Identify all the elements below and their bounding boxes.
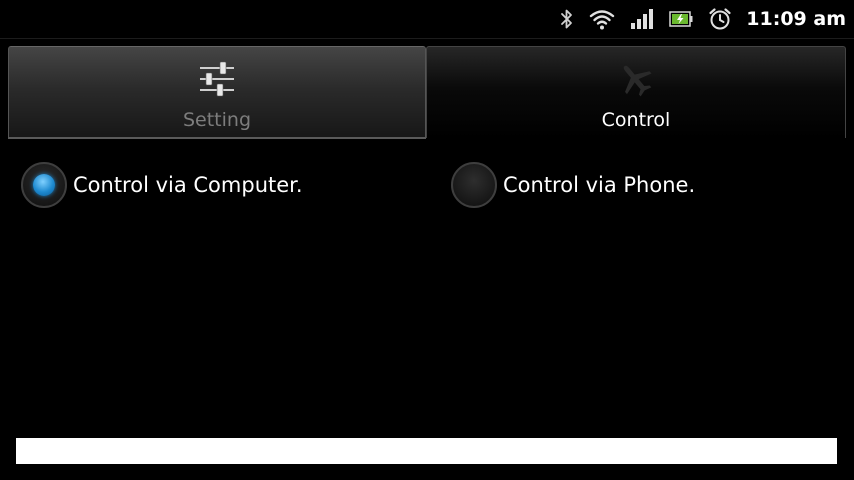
option-phone-label: Control via Phone. [503,173,696,197]
option-control-via-computer[interactable]: Control via Computer. [21,160,303,210]
status-bar: 11:09 am [0,0,854,39]
battery-charging-icon [669,10,693,28]
alarm-clock-icon [708,7,732,31]
option-computer-label: Control via Computer. [73,173,303,197]
wifi-icon [589,8,615,30]
radio-button-checked[interactable] [21,162,67,208]
bluetooth-icon [560,8,574,30]
radio-selected-dot [33,174,55,196]
radio-button-unchecked[interactable] [451,162,497,208]
signal-icon [630,8,654,30]
tab-control[interactable]: Control [426,46,846,138]
tab-setting-label: Setting [182,109,252,131]
tab-control-label: Control [601,109,671,131]
bottom-bar [16,438,837,464]
airplane-icon [615,59,657,101]
tab-divider [8,137,426,139]
status-time: 11:09 am [746,8,846,30]
sliders-icon [196,59,238,101]
status-icons: 11:09 am [545,4,846,34]
option-control-via-phone[interactable]: Control via Phone. [451,160,695,210]
tab-setting[interactable]: Setting [8,46,426,138]
tab-bar: Setting Control [8,46,846,140]
